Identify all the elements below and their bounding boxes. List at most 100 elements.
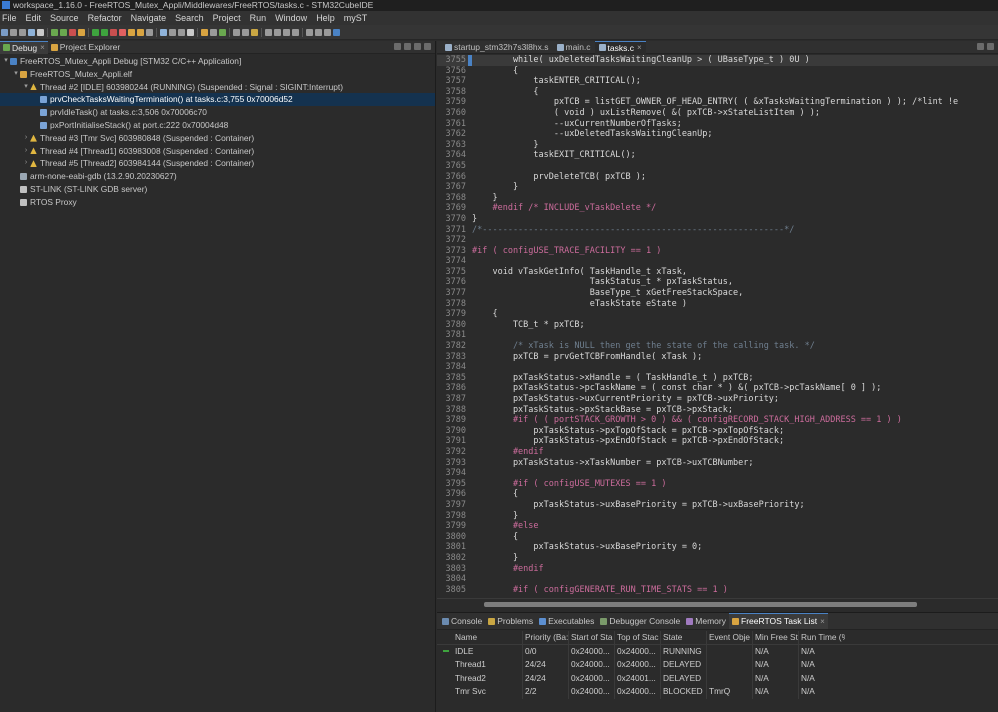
menu-help[interactable]: Help (313, 11, 341, 25)
table-row[interactable]: Thread2 24/24 0x24000... 0x24001... DELAYED N… (437, 671, 998, 685)
toolbar-button-icon[interactable] (110, 29, 117, 36)
tab-problems[interactable]: Problems (485, 614, 536, 629)
menu-window[interactable]: Window (272, 11, 313, 25)
menu-refactor[interactable]: Refactor (85, 11, 128, 25)
toolbar-button-icon[interactable] (69, 29, 76, 36)
toolbar-button-icon[interactable] (146, 29, 153, 36)
menu-run[interactable]: Run (247, 11, 273, 25)
toolbar-button-icon[interactable] (283, 29, 290, 36)
close-icon[interactable]: × (637, 42, 642, 54)
toolbar-button-icon[interactable] (37, 29, 44, 36)
menu-file[interactable]: File (0, 11, 23, 25)
debug-tree-item[interactable]: prvCheckTasksWaitingTermination() at tas… (0, 93, 435, 107)
toolbar-button-icon[interactable] (219, 29, 226, 36)
menu-source[interactable]: Source (47, 11, 85, 25)
tab-debug[interactable]: Debug × (0, 40, 48, 54)
debug-tree-item[interactable]: ▾ FreeRTOS_Mutex_Appli Debug [STM32 C/C++… (0, 55, 435, 68)
toolbar-button-icon[interactable] (1, 29, 8, 36)
debug-tree-item[interactable]: ▾ FreeRTOS_Mutex_Appli.elf (0, 68, 435, 81)
table-cell: 0/0 (523, 644, 569, 658)
toolbar-button-icon[interactable] (160, 29, 167, 36)
toolbar-button-icon[interactable] (78, 29, 85, 36)
toolbar-button-icon[interactable] (233, 29, 240, 36)
toolbar-button-icon[interactable] (251, 29, 258, 36)
tab-project-explorer[interactable]: Project Explorer (48, 41, 123, 53)
tab-executables[interactable]: Executables (536, 614, 597, 629)
debug-tree-item[interactable]: › Thread #5 [Thread2] 603984144 (Suspende… (0, 157, 435, 170)
column-header-priority-ba[interactable]: Priority (Ba: (523, 631, 569, 644)
toolbar-button-icon[interactable] (10, 29, 17, 36)
debug-tree-item[interactable]: prvIdleTask() at tasks.c:3,506 0x70006c7… (0, 106, 435, 119)
toolbar-button-icon[interactable] (92, 29, 99, 36)
toolbar-button-icon[interactable] (119, 29, 126, 36)
table-row[interactable]: IDLE 0/0 0x24000... 0x24000... RUNNING N/A N/A (437, 644, 998, 658)
column-header-top-of-stac[interactable]: Top of Stac (615, 631, 661, 644)
debug-tree-item[interactable]: ST-LINK (ST-LINK GDB server) (0, 183, 435, 196)
table-row[interactable]: Thread1 24/24 0x24000... 0x24000... DELAYED N… (437, 658, 998, 672)
column-header-run-time[interactable]: Run Time (% (799, 631, 845, 644)
toolbar-button-icon[interactable] (101, 29, 108, 36)
toolbar-button-icon[interactable] (324, 29, 331, 36)
toolbar-button-icon[interactable] (210, 29, 217, 36)
editor-tab-tasks-c[interactable]: tasks.c × (594, 40, 646, 54)
collapse-all-icon[interactable] (394, 43, 401, 50)
tab-freertos-task-list[interactable]: FreeRTOS Task List × (729, 613, 828, 629)
toolbar-button-icon[interactable] (265, 29, 272, 36)
toolbar-button-icon[interactable] (187, 29, 194, 36)
editor-tab-main-c[interactable]: main.c (553, 41, 595, 53)
tab-console[interactable]: Console (439, 614, 485, 629)
code-editor[interactable]: 3755 while( uxDeletedTasksWaitingCleanUp… (437, 55, 998, 598)
toolbar-button-icon[interactable] (60, 29, 67, 36)
editor-minimize-icon[interactable] (977, 43, 984, 50)
column-header-event-obje[interactable]: Event Obje (707, 631, 753, 644)
collapsed-chevron-icon[interactable]: › (22, 132, 30, 145)
debug-tree-item[interactable]: RTOS Proxy (0, 196, 435, 209)
tab-debugger-console[interactable]: Debugger Console (597, 614, 683, 629)
menu-edit[interactable]: Edit (23, 11, 48, 25)
toolbar-button-icon[interactable] (201, 29, 208, 36)
rtos-icon (732, 618, 739, 625)
close-icon[interactable]: × (40, 42, 45, 54)
table-row[interactable]: Tmr Svc 2/2 0x24000... 0x24000... BLOCKED Tmr… (437, 685, 998, 699)
toolbar-button-icon[interactable] (51, 29, 58, 36)
editor-maximize-icon[interactable] (987, 43, 994, 50)
expanded-chevron-icon[interactable]: ▾ (12, 68, 20, 81)
debug-tree-item[interactable]: arm-none-eabi-gdb (13.2.90.20230627) (0, 170, 435, 183)
column-header-min-free-st[interactable]: Min Free St (753, 631, 799, 644)
menu-project[interactable]: Project (210, 11, 247, 25)
expanded-chevron-icon[interactable]: ▾ (22, 81, 30, 94)
toolbar-button-icon[interactable] (178, 29, 185, 36)
toolbar-button-icon[interactable] (292, 29, 299, 36)
column-header-start-of-sta[interactable]: Start of Sta (569, 631, 615, 644)
toolbar-button-icon[interactable] (28, 29, 35, 36)
column-header-name[interactable]: Name (453, 631, 523, 644)
toolbar-button-icon[interactable] (128, 29, 135, 36)
toolbar-button-icon[interactable] (333, 29, 340, 36)
toolbar-button-icon[interactable] (242, 29, 249, 36)
column-header-state[interactable]: State (661, 631, 707, 644)
collapsed-chevron-icon[interactable]: › (22, 145, 30, 158)
toolbar-button-icon[interactable] (315, 29, 322, 36)
editor-tab-startup-stm32h7s3l8hx-s[interactable]: startup_stm32h7s3l8hx.s (441, 41, 553, 53)
debug-tree-item[interactable]: › Thread #3 [Tmr Svc] 603980848 (Suspende… (0, 132, 435, 145)
toolbar-button-icon[interactable] (137, 29, 144, 36)
maximize-icon[interactable] (424, 43, 431, 50)
toolbar-button-icon[interactable] (169, 29, 176, 36)
close-icon[interactable]: × (820, 614, 825, 629)
expanded-chevron-icon[interactable]: ▾ (2, 55, 10, 68)
toolbar-button-icon[interactable] (19, 29, 26, 36)
debug-tree-item[interactable]: ▾ Thread #2 [IDLE] 603980244 (RUNNING) (S… (0, 81, 435, 94)
scrollbar-thumb[interactable] (484, 602, 917, 607)
toolbar-button-icon[interactable] (306, 29, 313, 36)
toolbar-button-icon[interactable] (274, 29, 281, 36)
minimize-icon[interactable] (414, 43, 421, 50)
view-menu-icon[interactable] (404, 43, 411, 50)
menu-search[interactable]: Search (172, 11, 210, 25)
menu-myst[interactable]: myST (341, 11, 374, 25)
collapsed-chevron-icon[interactable]: › (22, 157, 30, 170)
tab-memory[interactable]: Memory (683, 614, 729, 629)
menu-navigate[interactable]: Navigate (128, 11, 173, 25)
debug-tree-item[interactable]: › Thread #4 [Thread1] 603983008 (Suspende… (0, 145, 435, 158)
debug-tree-item[interactable]: pxPortInitialiseStack() at port.c:222 0x… (0, 119, 435, 132)
editor-horizontal-scrollbar[interactable] (437, 598, 998, 609)
